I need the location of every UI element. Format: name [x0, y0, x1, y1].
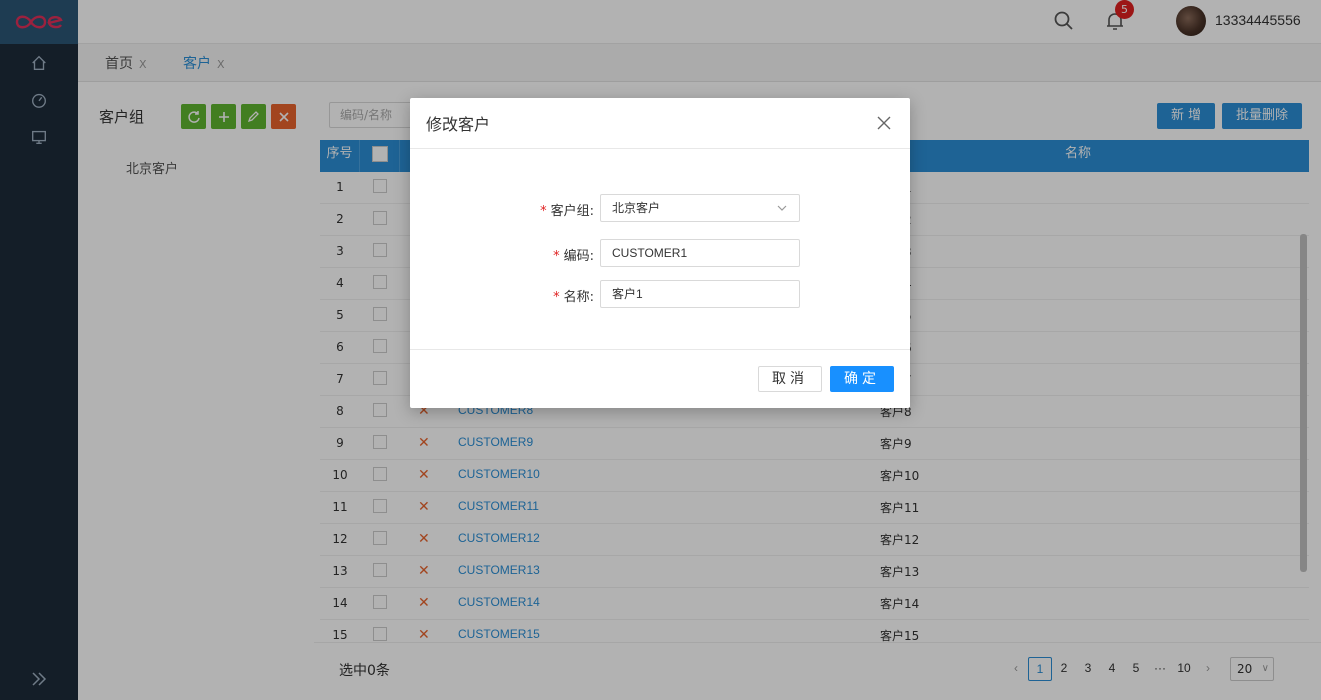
customer-group-select[interactable]: 北京客户	[600, 194, 800, 222]
select-value: 北京客户	[612, 201, 661, 215]
chevron-down-icon	[777, 205, 787, 211]
dialog-footer: 取消 确定	[410, 349, 910, 408]
field-label: * 编码:	[553, 245, 594, 264]
required-mark: *	[553, 290, 560, 305]
cancel-button[interactable]: 取消	[758, 366, 822, 392]
close-icon[interactable]	[876, 115, 892, 131]
name-row: * 名称: 客户1	[410, 280, 910, 308]
confirm-button[interactable]: 确定	[830, 366, 894, 392]
field-label-text: 编码:	[563, 249, 594, 264]
edit-customer-dialog: 修改客户 * 客户组: 北京客户 * 编码: CUSTOMER1 * 名称: 客户1 …	[410, 98, 910, 408]
code-field[interactable]: CUSTOMER1	[600, 239, 800, 267]
customer-group-row: * 客户组: 北京客户	[410, 194, 910, 222]
field-label: * 客户组:	[540, 200, 594, 219]
name-field[interactable]: 客户1	[600, 280, 800, 308]
required-mark: *	[553, 249, 560, 264]
required-mark: *	[540, 204, 547, 219]
field-label-text: 客户组:	[550, 204, 594, 219]
dialog-header: 修改客户	[410, 98, 910, 149]
dialog-title: 修改客户	[426, 115, 491, 134]
code-row: * 编码: CUSTOMER1	[410, 239, 910, 267]
field-label-text: 名称:	[563, 290, 594, 305]
field-label: * 名称:	[553, 286, 594, 305]
